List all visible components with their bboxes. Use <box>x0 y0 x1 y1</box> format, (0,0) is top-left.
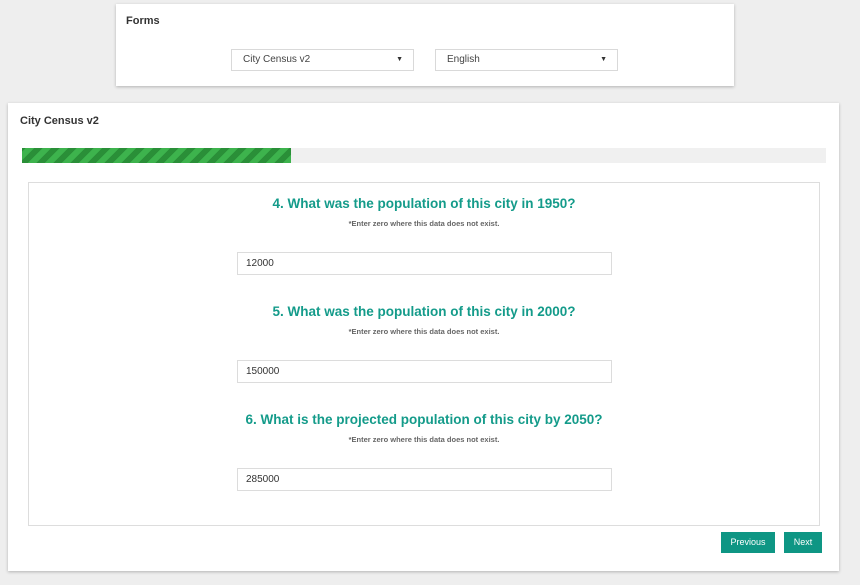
language-select-value: English <box>447 54 480 65</box>
survey-title: City Census v2 <box>20 115 99 127</box>
question-title: 5. What was the population of this city … <box>272 304 576 319</box>
question-hint: *Enter zero where this data does not exi… <box>348 327 500 336</box>
question-block: 4. What was the population of this city … <box>29 195 819 275</box>
question-title: 6. What is the projected population of t… <box>245 412 603 427</box>
language-select[interactable]: English ▼ <box>435 49 618 71</box>
question-panel: 4. What was the population of this city … <box>28 182 820 526</box>
progress-bar-fill <box>22 148 292 163</box>
chevron-down-icon: ▼ <box>600 56 607 63</box>
previous-button[interactable]: Previous <box>721 532 775 553</box>
question-hint: *Enter zero where this data does not exi… <box>348 219 500 228</box>
next-button[interactable]: Next <box>784 532 822 553</box>
population-2050-input[interactable] <box>237 468 612 491</box>
form-select[interactable]: City Census v2 ▼ <box>231 49 414 71</box>
population-2000-input[interactable] <box>237 360 612 383</box>
population-1950-input[interactable] <box>237 252 612 275</box>
forms-title: Forms <box>126 15 160 27</box>
form-select-value: City Census v2 <box>243 54 311 65</box>
question-block: 5. What was the population of this city … <box>29 303 819 383</box>
survey-card: City Census v2 4. What was the populatio… <box>8 103 839 571</box>
chevron-down-icon: ▼ <box>396 56 403 63</box>
forms-panel: Forms City Census v2 ▼ English ▼ <box>116 4 734 86</box>
progress-bar <box>22 148 826 163</box>
question-block: 6. What is the projected population of t… <box>29 411 819 491</box>
question-title: 4. What was the population of this city … <box>272 196 576 211</box>
question-hint: *Enter zero where this data does not exi… <box>348 435 500 444</box>
